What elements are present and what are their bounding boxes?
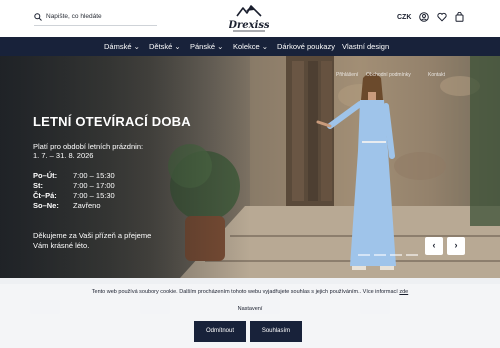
hours-time: 7:00 – 15:30 — [73, 191, 115, 200]
nav-item-kolekce[interactable]: Kolekce ⌄ — [233, 42, 268, 51]
hero-note: Děkujeme za Vaši přízeň a přejeme Vám kr… — [33, 231, 152, 250]
hours-time: 7:00 – 15:30 — [73, 171, 115, 180]
nav-item-darkove-poukazy[interactable]: Dárkové poukazy — [277, 42, 335, 51]
hero-subtitle: Platí pro období letních prázdnin: 1. 7.… — [33, 142, 173, 160]
breadcrumb-login[interactable]: Přihlášení — [336, 72, 358, 78]
hours-day: Po–Út: — [33, 171, 58, 180]
hours-day: So–Ne: — [33, 201, 59, 210]
reject-cookies-button[interactable]: Odmítnout — [194, 321, 246, 342]
accept-cookies-button[interactable]: Souhlasím — [250, 321, 302, 342]
hero-subtitle-line: Platí pro období letních prázdnin: — [33, 142, 144, 151]
user-icon[interactable] — [419, 12, 429, 22]
logo[interactable]: Drexiss — [229, 4, 269, 34]
main-nav: Dámské ⌄ Dětské ⌄ Pánské ⌄ Kolekce ⌄ Dár… — [0, 37, 500, 56]
cart-icon[interactable] — [455, 12, 464, 22]
search-icon — [34, 13, 42, 21]
hours-time: 7:00 – 17:00 — [73, 181, 115, 190]
cookie-more-info-link[interactable]: zde — [399, 289, 408, 295]
search-placeholder: Napište, co hledáte — [46, 13, 102, 20]
hours-day: St: — [33, 181, 43, 190]
hours-time: Zavřeno — [73, 201, 101, 210]
cookie-banner: Tento web používá soubory cookie. Dalším… — [0, 284, 500, 348]
search-input[interactable]: Napište, co hledáte — [34, 10, 157, 26]
slider-prev-button[interactable]: ‹ — [425, 237, 443, 255]
slider-dot[interactable] — [406, 254, 418, 256]
chevron-left-icon: ‹ — [432, 240, 436, 250]
hero-banner[interactable]: Přihlášení Obchodní podmínky Kontakt LET… — [0, 56, 500, 278]
breadcrumb-terms[interactable]: Obchodní podmínky — [366, 72, 411, 78]
logo-text: Drexiss — [229, 20, 269, 31]
hours-day: Čt–Pá: — [33, 191, 57, 200]
currency-selector[interactable]: CZK — [397, 14, 411, 21]
chevron-right-icon: › — [454, 240, 458, 250]
cookie-message: Tento web používá soubory cookie. Dalším… — [91, 289, 400, 295]
hero-title: LETNÍ OTEVÍRACÍ DOBA — [33, 114, 191, 129]
nav-item-damske[interactable]: Dámské ⌄ — [104, 42, 140, 51]
site-header: Napište, co hledáte Drexiss CZK — [0, 0, 500, 37]
nav-item-detske[interactable]: Dětské ⌄ — [149, 42, 181, 51]
nav-item-vlastni-design[interactable]: Vlastní design — [342, 42, 389, 51]
nav-item-panske[interactable]: Pánské ⌄ — [190, 42, 223, 51]
cookie-settings-link[interactable]: Nastavení — [0, 306, 500, 312]
slider-next-button[interactable]: › — [447, 237, 465, 255]
breadcrumb-contact[interactable]: Kontakt — [428, 72, 445, 78]
heart-icon[interactable] — [437, 12, 447, 22]
hero-date-range: 1. 7. – 31. 8. 2026 — [33, 151, 94, 160]
cookie-text: Tento web používá soubory cookie. Dalším… — [0, 289, 500, 295]
slider-dot[interactable] — [374, 254, 386, 256]
slider-dot[interactable] — [358, 254, 370, 256]
slider-dot[interactable] — [390, 254, 402, 256]
